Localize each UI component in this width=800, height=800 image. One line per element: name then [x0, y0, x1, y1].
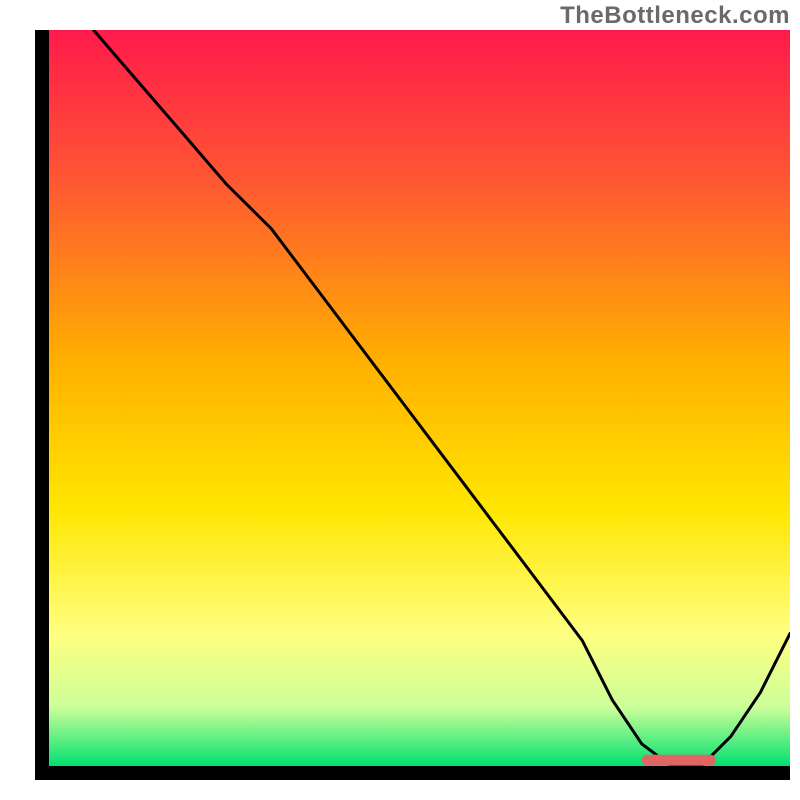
watermark-label: TheBottleneck.com [560, 2, 790, 30]
chart-stage: TheBottleneck.com [0, 0, 800, 800]
gradient-background [49, 30, 790, 766]
bottleneck-chart [0, 0, 800, 800]
optimal-range-marker [642, 755, 716, 766]
